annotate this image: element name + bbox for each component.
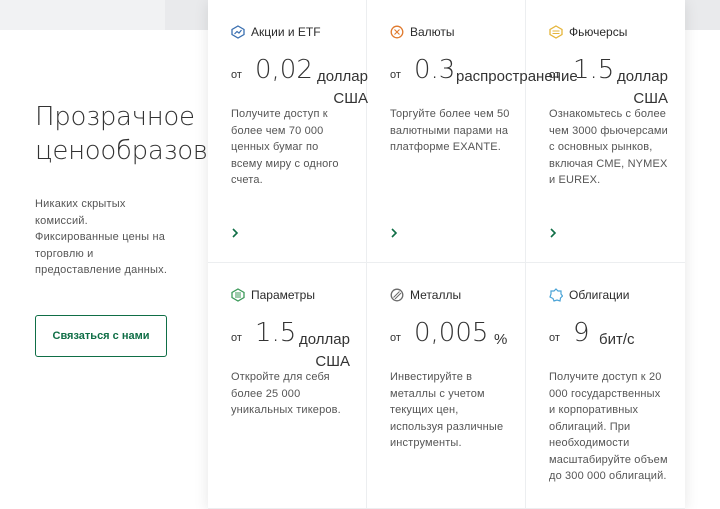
card-bonds: Облигации от 9 бит/с Получите доступ к 2… xyxy=(526,263,685,509)
card-description: Торгуйте более чем 50 валютными парами н… xyxy=(390,108,510,153)
card-header: Фьючерсы xyxy=(549,24,685,40)
pricing-panel: Акции и ETF от 0,02 доллар США Получите … xyxy=(208,0,685,509)
options-icon xyxy=(231,288,245,302)
card-description: Откройте для себя более 25 000 уникальны… xyxy=(231,371,341,416)
price-value: 1.5 xyxy=(255,318,297,348)
price-value: 9 xyxy=(573,318,590,348)
contact-us-button[interactable]: Связаться с нами xyxy=(35,315,167,357)
price-value: 0,005 xyxy=(414,318,489,348)
price-unit-line2: США xyxy=(333,90,368,107)
price-from: от xyxy=(390,332,401,344)
price: от 0,005 % xyxy=(390,319,525,363)
price-value: 1.5 xyxy=(573,55,615,85)
price: от 0.3 распространение xyxy=(390,55,578,100)
price-value: 0,02 xyxy=(255,55,313,85)
price-unit: доллар США xyxy=(317,66,368,110)
card-header: Облигации xyxy=(549,287,685,303)
chevron-right-icon[interactable] xyxy=(549,226,559,238)
card-options: Параметры от 1.5 доллар США Откройте для… xyxy=(208,263,367,509)
price-unit: доллар США xyxy=(299,329,350,373)
card-header: Параметры xyxy=(231,287,366,303)
chevron-right-icon[interactable] xyxy=(390,226,400,238)
card-title: Облигации xyxy=(569,288,630,302)
price-unit-line2: США xyxy=(315,353,350,370)
price-unit-line1: % xyxy=(494,331,508,348)
price-unit-line2: США xyxy=(633,90,668,107)
card-stocks-etf: Акции и ETF от 0,02 доллар США Получите … xyxy=(208,0,368,263)
price: от 1.5 доллар США xyxy=(549,55,685,107)
card-title: Валюты xyxy=(410,25,455,39)
price-unit: бит/с xyxy=(599,329,635,351)
price-from: от xyxy=(390,69,401,81)
hero-description: Никаких скрытых комиссий. Фиксированные … xyxy=(35,198,168,276)
price-unit: доллар США xyxy=(617,66,668,110)
hero-title-line1: Прозрачное xyxy=(35,102,195,132)
metals-icon xyxy=(390,288,404,302)
price-from: от xyxy=(549,332,560,344)
card-header: Металлы xyxy=(390,287,525,303)
card-header: Акции и ETF xyxy=(231,24,366,40)
currency-icon xyxy=(390,25,404,39)
card-title: Параметры xyxy=(251,288,315,302)
price-unit-line1: бит/с xyxy=(599,331,635,348)
price: от 9 бит/с xyxy=(549,319,685,363)
card-currencies: Валюты от 0.3 распространение Торгуйте б… xyxy=(367,0,578,263)
price-unit: % xyxy=(494,329,507,351)
card-header: Валюты xyxy=(390,24,525,40)
price-unit-line1: доллар xyxy=(299,331,350,348)
price-from: от xyxy=(231,69,242,81)
card-title: Акции и ETF xyxy=(251,25,321,39)
price: от 1.5 доллар США xyxy=(231,318,366,370)
card-metals: Металлы от 0,005 % Инвестируйте в металл… xyxy=(367,263,526,509)
price-from: от xyxy=(231,332,242,344)
chevron-right-icon[interactable] xyxy=(231,226,241,238)
card-description: Получите доступ к 20 000 государственных… xyxy=(549,371,668,482)
hero-title: Прозрачное ценообразование xyxy=(35,100,273,168)
card-title: Фьючерсы xyxy=(569,25,628,39)
card-title: Металлы xyxy=(410,288,462,302)
card-description: Инвестируйте в металлы с учетом текущих … xyxy=(390,371,504,449)
price-value: 0.3 xyxy=(414,55,456,85)
chart-icon xyxy=(231,25,245,39)
card-description: Получите доступ к более чем 70 000 ценны… xyxy=(231,108,339,186)
futures-icon xyxy=(549,25,563,39)
hero-section: Прозрачное ценообразование Никаких скрыт… xyxy=(35,100,273,279)
card-description: Ознакомьтесь с более чем 3000 фьючерсами… xyxy=(549,108,668,186)
price-unit-line1: доллар xyxy=(317,68,368,85)
card-futures: Фьючерсы от 1.5 доллар США Ознакомьтесь … xyxy=(526,0,685,263)
price-from: от xyxy=(549,69,560,81)
price: от 0,02 доллар США xyxy=(231,55,368,107)
price-unit-line1: доллар xyxy=(617,68,668,85)
bonds-icon xyxy=(549,288,563,302)
